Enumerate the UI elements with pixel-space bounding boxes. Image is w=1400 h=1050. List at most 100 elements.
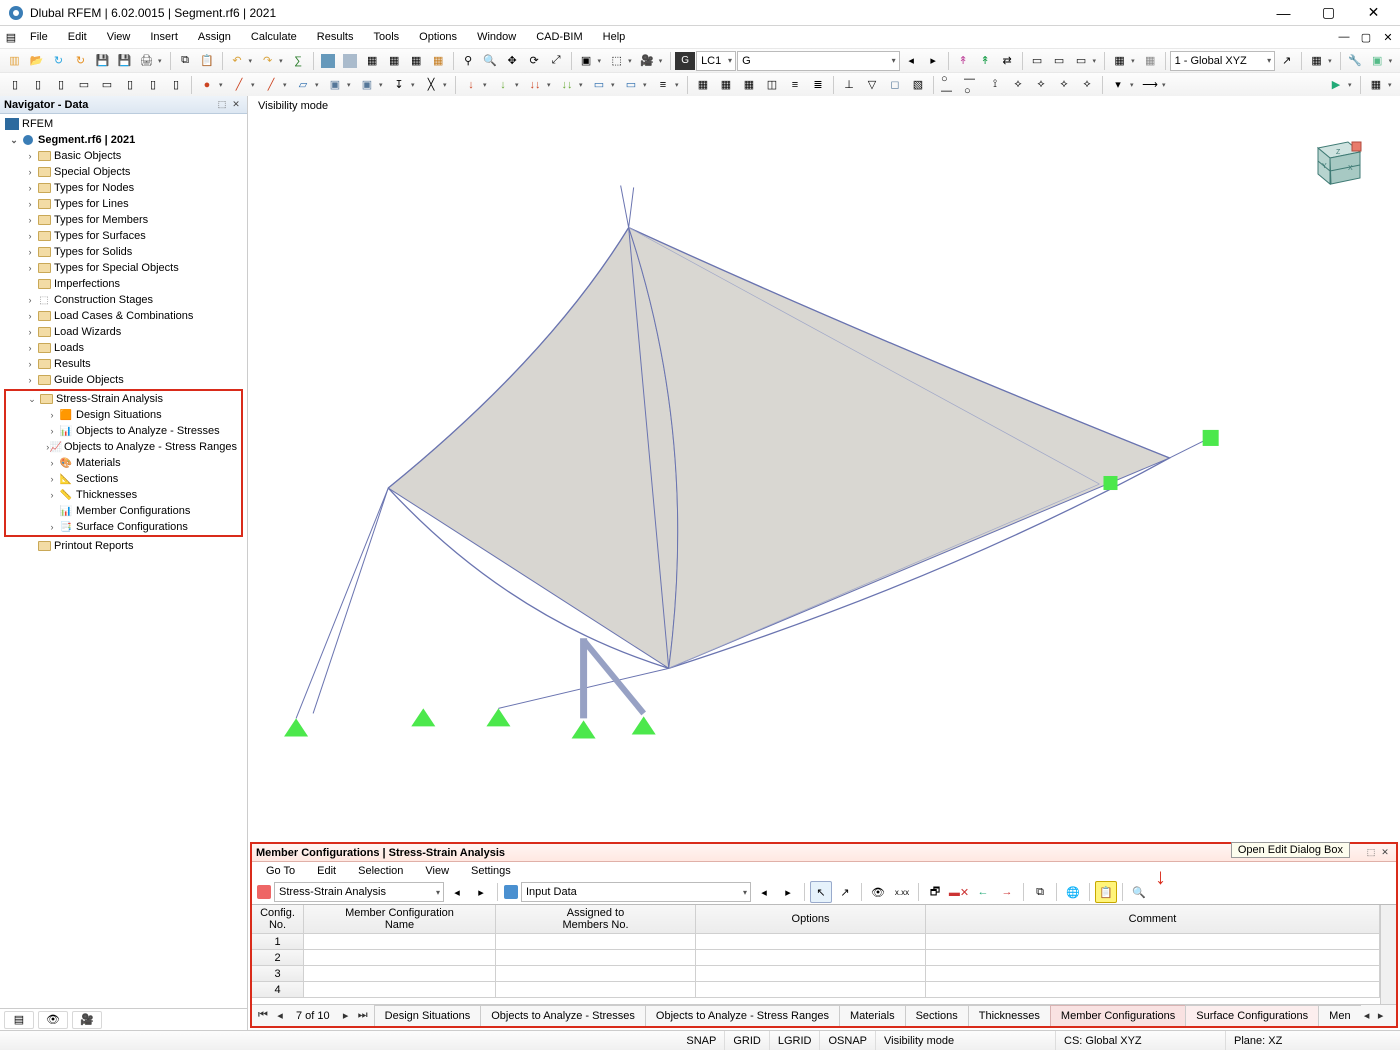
navigator-close-icon[interactable]: ✕: [229, 98, 243, 112]
plane-dd-icon[interactable]: ▾: [1328, 57, 1336, 65]
draw-8-icon[interactable]: ╳: [420, 74, 442, 96]
cell-name[interactable]: [304, 934, 496, 949]
draw-4-dd-icon[interactable]: ▾: [315, 81, 323, 89]
expander-icon[interactable]: ›: [24, 183, 36, 193]
paste-icon[interactable]: 📋: [197, 50, 218, 72]
status-osnap[interactable]: OSNAP: [820, 1031, 876, 1050]
tool-1-icon[interactable]: ▾: [1107, 74, 1129, 96]
expander-icon[interactable]: ›: [24, 199, 36, 209]
load-7-icon[interactable]: ≡: [652, 74, 674, 96]
row-dn-icon[interactable]: →: [996, 881, 1018, 903]
tree-subitem[interactable]: ›📑Surface Configurations: [6, 519, 241, 535]
nav-footer-eye-icon[interactable]: 👁: [38, 1011, 68, 1029]
status-grid[interactable]: GRID: [725, 1031, 770, 1050]
tree-item[interactable]: ›Results: [0, 356, 247, 372]
result-1-icon[interactable]: ↟: [953, 50, 974, 72]
tree-item[interactable]: Printout Reports: [0, 538, 247, 554]
iso-icon[interactable]: ▣: [576, 50, 597, 72]
tab-thicknesses[interactable]: Thicknesses: [968, 1005, 1051, 1026]
redo-icon[interactable]: ↷: [257, 50, 278, 72]
tree-item[interactable]: ›Types for Surfaces: [0, 228, 247, 244]
table-menu-goto[interactable]: Go To: [256, 864, 305, 878]
cell-options[interactable]: [696, 966, 926, 981]
expander-icon[interactable]: ›: [24, 263, 36, 273]
menu-window[interactable]: Window: [467, 29, 526, 45]
box-icon[interactable]: ⬚: [606, 50, 627, 72]
menu-assign[interactable]: Assign: [188, 29, 241, 45]
tab-objects-stresses[interactable]: Objects to Analyze - Stresses: [480, 1005, 646, 1026]
menu-calculate[interactable]: Calculate: [241, 29, 307, 45]
page-prev-icon[interactable]: ◂: [273, 1009, 287, 1022]
cell-options[interactable]: [696, 982, 926, 997]
mesh-5-icon[interactable]: ≡: [784, 74, 806, 96]
col-name[interactable]: Member ConfigurationName: [304, 905, 496, 933]
right-1-dd-icon[interactable]: ▾: [1348, 81, 1356, 89]
layer-1-icon[interactable]: ▭: [1027, 50, 1048, 72]
expander-icon[interactable]: ›: [24, 247, 36, 257]
expander-icon[interactable]: ›: [24, 215, 36, 225]
result-2-icon[interactable]: ↟: [975, 50, 996, 72]
pan-icon[interactable]: ✥: [502, 50, 523, 72]
tab-objects-ranges[interactable]: Objects to Analyze - Stress Ranges: [645, 1005, 840, 1026]
sel-1-icon[interactable]: ▯: [4, 74, 26, 96]
tree-item[interactable]: ›Special Objects: [0, 164, 247, 180]
menu-view[interactable]: View: [97, 29, 141, 45]
tree-subitem[interactable]: ›🎨Materials: [6, 455, 241, 471]
undo-icon[interactable]: ↶: [227, 50, 248, 72]
open-icon[interactable]: 📂: [26, 50, 47, 72]
table-menu-edit[interactable]: Edit: [307, 864, 346, 878]
sel-mode2-icon[interactable]: ↗: [834, 881, 856, 903]
menu-edit[interactable]: Edit: [58, 29, 97, 45]
combo1-prev-icon[interactable]: ◂: [446, 881, 468, 903]
expander-icon[interactable]: ›: [46, 458, 58, 468]
load-4-icon[interactable]: ↓↓: [556, 74, 578, 96]
load-4-dd-icon[interactable]: ▾: [579, 81, 587, 89]
layer-dd-icon[interactable]: ▾: [1093, 57, 1101, 65]
undo-dd-icon[interactable]: ▾: [249, 57, 257, 65]
expander-icon[interactable]: ›: [24, 359, 36, 369]
tree-item[interactable]: Imperfections: [0, 276, 247, 292]
lc-prev-icon[interactable]: ◂: [901, 50, 922, 72]
loadcase-code-combo[interactable]: LC1: [696, 51, 736, 71]
mdi-max-icon[interactable]: ▢: [1356, 28, 1376, 46]
status-lgrid[interactable]: LGRID: [770, 1031, 821, 1050]
cell-name[interactable]: [304, 966, 496, 981]
expander-icon[interactable]: ›: [24, 327, 36, 337]
tree-item[interactable]: ›Types for Special Objects: [0, 260, 247, 276]
tree-subitem[interactable]: ›🟧Design Situations: [6, 407, 241, 423]
cell-options[interactable]: [696, 934, 926, 949]
tab-materials[interactable]: Materials: [839, 1005, 906, 1026]
table-row[interactable]: 3: [252, 966, 1380, 982]
panel-1-icon[interactable]: [318, 50, 339, 72]
grp-dd-icon[interactable]: ▾: [1131, 57, 1139, 65]
mesh-3-icon[interactable]: ▦: [738, 74, 760, 96]
layer-3-icon[interactable]: ▭: [1071, 50, 1092, 72]
menu-insert[interactable]: Insert: [140, 29, 188, 45]
print-dropdown-icon[interactable]: ▾: [158, 57, 166, 65]
tree-item[interactable]: ›Types for Lines: [0, 196, 247, 212]
zoom-icon[interactable]: ⤢: [546, 50, 567, 72]
nav-footer-camera-icon[interactable]: 🎥: [72, 1011, 102, 1029]
tree-subitem[interactable]: ›📐Sections: [6, 471, 241, 487]
result-3-icon[interactable]: ⇄: [997, 50, 1018, 72]
cs-arrow-icon[interactable]: ↗: [1276, 50, 1297, 72]
tab-sections[interactable]: Sections: [905, 1005, 969, 1026]
cell-name[interactable]: [304, 950, 496, 965]
draw-1-icon[interactable]: ●: [196, 74, 218, 96]
menu-results[interactable]: Results: [307, 29, 364, 45]
load-2-dd-icon[interactable]: ▾: [515, 81, 523, 89]
load-6-dd-icon[interactable]: ▾: [643, 81, 651, 89]
cell-comment[interactable]: [926, 966, 1380, 981]
sel-3-icon[interactable]: ▯: [50, 74, 72, 96]
cell-assigned[interactable]: [496, 934, 696, 949]
tab-more[interactable]: Men: [1318, 1005, 1360, 1026]
tool-1-dd-icon[interactable]: ▾: [1130, 81, 1138, 89]
rel-5-icon[interactable]: ⟡: [1030, 74, 1052, 96]
mesh-2-icon[interactable]: ▦: [715, 74, 737, 96]
cam-dd-icon[interactable]: ▾: [659, 57, 667, 65]
close-button[interactable]: ✕: [1351, 0, 1396, 26]
load-1-icon[interactable]: ↓: [460, 74, 482, 96]
grp-2-icon[interactable]: ▦: [1140, 50, 1161, 72]
new-file-icon[interactable]: ▥: [4, 50, 25, 72]
lc-next-icon[interactable]: ▸: [923, 50, 944, 72]
